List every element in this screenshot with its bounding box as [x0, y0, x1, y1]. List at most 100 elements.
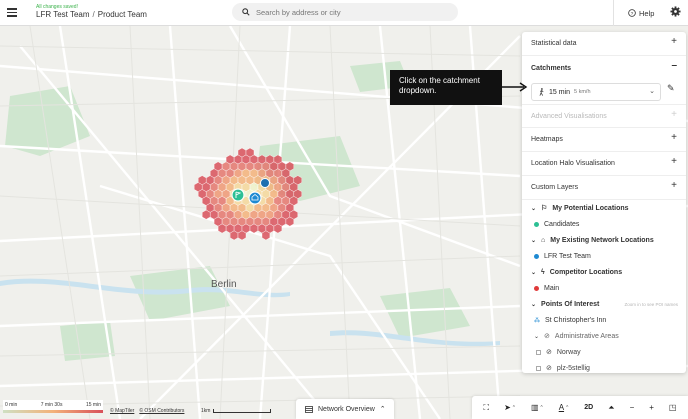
group-competitor-locations[interactable]: ⌄ ϟ Competitor Locations	[522, 264, 686, 280]
2d-toggle[interactable]: 2D	[584, 404, 593, 411]
layer-label: Candidates	[544, 220, 580, 228]
layer-label: St Christopher's Inn	[545, 316, 607, 324]
catchment-dropdown[interactable]: 15 min 5 km/h ⌄	[531, 83, 661, 101]
tutorial-callout: Click on the catchment dropdown.	[390, 70, 502, 105]
group-label: Administrative Areas	[554, 332, 619, 340]
breadcrumb-team[interactable]: LFR Test Team	[36, 10, 90, 19]
candidate-pin[interactable]	[231, 188, 245, 202]
top-bar: All changes saved! LFR Test Team / Product…	[0, 0, 688, 26]
fit-bounds-icon[interactable]: ⛶	[483, 403, 489, 413]
group-label: Points Of Interest	[541, 300, 600, 308]
catchments-row[interactable]: Catchments –	[522, 56, 686, 80]
chevron-down-icon: ⌄	[531, 301, 537, 308]
legend-square	[536, 349, 541, 355]
layer-label: LFR Test Team	[544, 252, 591, 260]
catchment-mode: 5 km/h	[574, 89, 591, 95]
scale-rule	[213, 409, 272, 413]
poi-cluster-icon: ⁂	[534, 317, 540, 324]
catchment-legend: 0 min 7 min 30s 15 min	[3, 400, 103, 413]
eye-off-icon[interactable]: ⊘	[546, 348, 552, 356]
statistical-data-label: Statistical data	[531, 40, 577, 47]
catchment-hex	[201, 209, 211, 220]
legend-dot	[534, 285, 539, 291]
chevron-down-icon: ⌄	[534, 333, 540, 340]
eye-off-icon[interactable]: ⊘	[546, 364, 552, 372]
heatmaps-row[interactable]: Heatmaps +	[522, 128, 686, 152]
location-halo-row[interactable]: Location Halo Visualisation +	[522, 152, 686, 176]
layer-label: plz-5stellig	[556, 364, 590, 372]
select-tool-icon[interactable]: ➤ ⌃	[504, 403, 516, 412]
zoom-in-icon[interactable]: +	[649, 403, 654, 412]
search-placeholder: Search by address or city	[256, 7, 341, 17]
layer-candidates[interactable]: Candidates	[522, 216, 686, 232]
group-potential-locations[interactable]: ⌄ ⚐ My Potential Locations	[522, 200, 686, 216]
catchment-value: 15 min	[549, 88, 571, 96]
eye-off-icon[interactable]: ⊘	[544, 332, 550, 340]
chevron-down-icon: ⌄	[649, 88, 655, 95]
lightning-icon: ϟ	[541, 268, 545, 276]
layer-label: Main	[544, 284, 560, 292]
legend-gradient	[3, 410, 103, 413]
breadcrumb-separator: /	[92, 9, 95, 19]
fullscreen-icon[interactable]: ◳	[669, 403, 677, 412]
help-button[interactable]: ? Help	[613, 0, 654, 26]
layer-poi[interactable]: ⁂ St Christopher's Inn	[522, 312, 686, 328]
chevron-up-icon: ⌃	[379, 406, 386, 413]
group-label: My Existing Network Locations	[550, 236, 654, 244]
network-overview-label: Network Overview	[318, 405, 375, 413]
legend-square	[536, 365, 541, 371]
layers-panel: Statistical data + Catchments – 15 min 5…	[522, 32, 686, 373]
group-label: Competitor Locations	[549, 268, 623, 276]
attribution: © MapTiler © OSM Contributors	[110, 408, 184, 414]
svg-text:?: ?	[631, 11, 634, 17]
zoom-out-icon[interactable]: −	[630, 403, 635, 412]
breadcrumb: LFR Test Team / Product Team	[36, 9, 147, 20]
flag-icon: ⚐	[541, 205, 548, 212]
group-points-of-interest[interactable]: ⌄ Points Of Interest Zoom in to see POI …	[522, 296, 686, 312]
advanced-visualisations-row: Advanced Visualisations +	[522, 104, 686, 128]
expand-icon[interactable]: +	[671, 37, 677, 47]
legend-mid: 7 min 30s	[40, 402, 63, 408]
competitor-pin[interactable]	[260, 178, 270, 188]
catchment-hex	[217, 223, 227, 234]
help-icon: ?	[628, 9, 636, 17]
edit-icon[interactable]: ✎	[667, 83, 675, 94]
legend-min: 0 min	[5, 402, 18, 408]
collapse-icon[interactable]: –	[671, 61, 677, 71]
existing-location-pin[interactable]	[248, 191, 262, 205]
layer-label: Norway	[556, 348, 581, 356]
network-overview-button[interactable]: Network Overview ⌃	[296, 399, 394, 419]
callout-arrow-icon	[502, 82, 528, 92]
text-tool-icon[interactable]: A ⌃	[559, 403, 570, 412]
catchments-label: Catchments	[531, 64, 572, 72]
maptiler-link[interactable]: © MapTiler	[110, 408, 134, 414]
location-halo-label: Location Halo Visualisation	[531, 160, 615, 167]
expand-icon[interactable]: +	[671, 181, 677, 191]
layer-norway[interactable]: ⊘ Norway	[522, 344, 686, 360]
chevron-down-icon: ⌄	[531, 205, 537, 212]
breadcrumb-project[interactable]: Product Team	[98, 10, 147, 19]
statistical-data-row[interactable]: Statistical data +	[522, 32, 686, 56]
help-label: Help	[639, 8, 655, 18]
title-block: All changes saved! LFR Test Team / Product…	[36, 5, 147, 19]
gear-icon[interactable]	[670, 6, 681, 17]
expand-icon[interactable]: +	[671, 157, 677, 167]
walking-icon	[539, 88, 544, 96]
layer-main[interactable]: Main	[522, 280, 686, 296]
map-style-icon[interactable]: ▥ ⌃	[531, 403, 544, 412]
catchment-hex	[249, 223, 259, 234]
group-administrative-areas[interactable]: ⌄ ⊘ Administrative Areas	[522, 328, 686, 344]
expand-icon[interactable]: +	[671, 133, 677, 143]
group-existing-locations[interactable]: ⌄ ⌂ My Existing Network Locations	[522, 232, 686, 248]
custom-layers-row[interactable]: Custom Layers +	[522, 176, 686, 200]
compass-icon[interactable]: ⏶	[608, 403, 614, 413]
scale-bar: 1km	[201, 408, 272, 414]
layer-plz[interactable]: ⊘ plz-5stellig	[522, 360, 686, 373]
search-input[interactable]: Search by address or city	[232, 3, 458, 21]
city-label: Berlin	[211, 279, 237, 290]
osm-link[interactable]: © OSM Contributors	[139, 408, 184, 414]
layer-lfr-test-team[interactable]: LFR Test Team	[522, 248, 686, 264]
heatmaps-label: Heatmaps	[531, 136, 563, 143]
home-icon: ⌂	[541, 236, 546, 244]
menu-icon[interactable]	[0, 0, 24, 26]
